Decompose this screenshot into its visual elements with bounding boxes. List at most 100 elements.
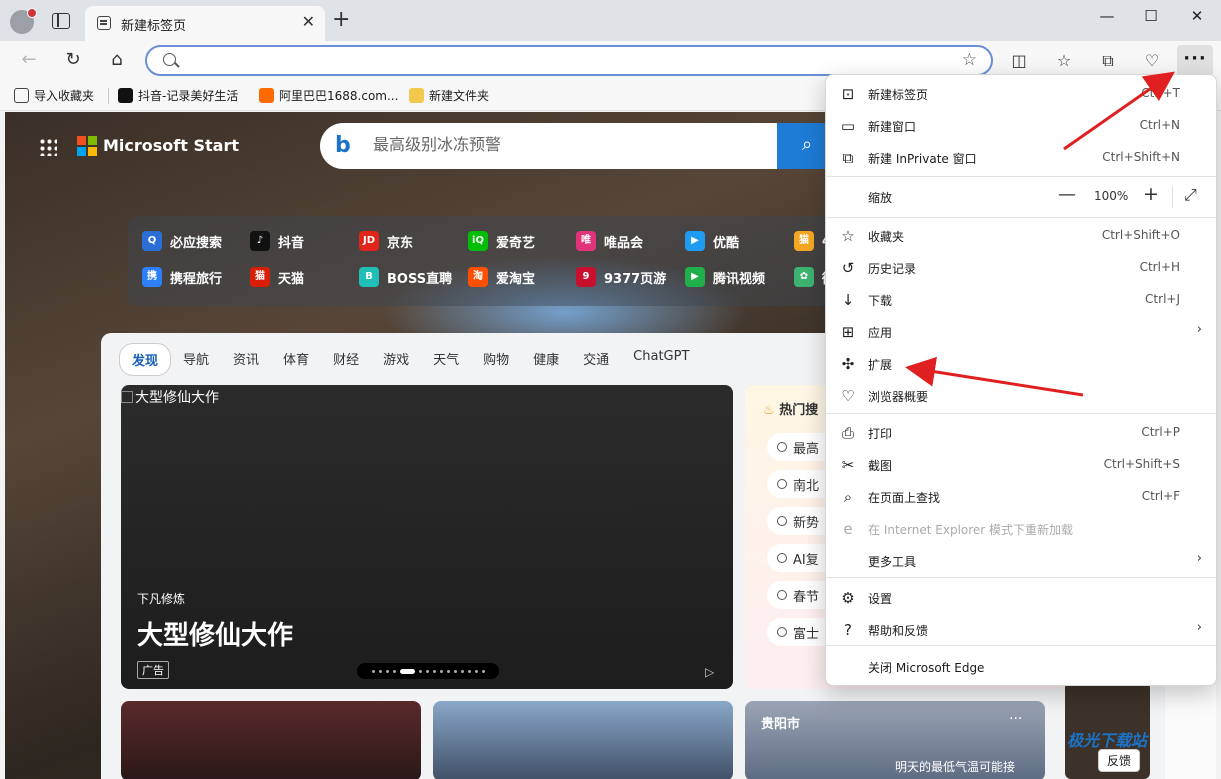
hero-card[interactable]: 大型修仙大作 下凡修炼 大型修仙大作 广告 ▷ [121, 385, 733, 689]
menu-item[interactable]: ☆ 收藏夹 Ctrl+Shift+O [826, 220, 1216, 252]
carousel-dots[interactable] [357, 663, 499, 679]
quick-link-label: 唯品会 [604, 235, 644, 251]
play-icon[interactable]: ▷ [705, 665, 714, 679]
category-tab[interactable]: 游戏 [371, 343, 421, 376]
collections-icon[interactable]: ⧉ [1096, 50, 1120, 72]
category-tab[interactable]: 交通 [571, 343, 621, 376]
fullscreen-icon[interactable]: ⤢ [1184, 185, 1197, 205]
quick-link[interactable]: 猫天猫 [250, 267, 304, 287]
new-tab-favicon-icon [97, 16, 111, 30]
carousel-dot[interactable] [439, 669, 443, 673]
menu-item[interactable]: e 在 Internet Explorer 模式下重新加载 [826, 513, 1216, 545]
bookmark-douyin[interactable]: 抖音-记录美好生活 [118, 87, 238, 104]
category-tab[interactable]: 天气 [421, 343, 471, 376]
address-bar[interactable]: ☆ [145, 45, 993, 76]
favorite-star-icon[interactable]: ☆ [962, 50, 977, 70]
bookmark-1688[interactable]: 阿里巴巴1688.com... [259, 87, 398, 104]
zoom-out-button[interactable]: — [1058, 184, 1076, 205]
carousel-dot[interactable] [481, 669, 485, 673]
menu-item[interactable]: ⊞ 应用 › [826, 316, 1216, 348]
app-launcher-icon[interactable] [39, 138, 57, 156]
quick-link[interactable]: Q 必应搜索 [142, 231, 222, 251]
menu-item[interactable]: ⧉ 新建 InPrivate 窗口 Ctrl+Shift+N [826, 142, 1216, 174]
carousel-dot[interactable] [378, 669, 382, 673]
news-card[interactable] [433, 701, 733, 779]
carousel-dot[interactable] [425, 669, 429, 673]
carousel-dot[interactable] [467, 669, 471, 673]
close-window-button[interactable]: ✕ [1174, 4, 1220, 30]
menu-item[interactable]: ⚙ 设置 [826, 582, 1216, 614]
weather-more-icon[interactable]: ··· [1009, 711, 1022, 727]
quick-link[interactable]: 淘爱淘宝 [468, 267, 535, 287]
carousel-dot[interactable] [446, 669, 450, 673]
quick-link[interactable]: 携携程旅行 [142, 267, 222, 287]
bing-search-input[interactable] [373, 136, 773, 156]
carousel-dot[interactable] [385, 669, 389, 673]
carousel-dot[interactable] [418, 669, 422, 673]
menu-item-icon: ▭ [840, 117, 856, 135]
menu-item[interactable]: ↺ 历史记录 Ctrl+H [826, 252, 1216, 284]
quick-link[interactable]: B BOSS直聘 [359, 267, 452, 287]
category-tab[interactable]: 购物 [471, 343, 521, 376]
category-tab[interactable]: 健康 [521, 343, 571, 376]
quick-link[interactable]: JD 京东 [359, 231, 413, 251]
tab-new-tab[interactable]: 新建标签页 ✕ [85, 6, 325, 41]
category-tab[interactable]: 财经 [321, 343, 371, 376]
quick-link[interactable]: 9 9377页游 [576, 267, 666, 287]
menu-item[interactable]: 更多工具 › [826, 545, 1216, 577]
search-icon [777, 442, 787, 452]
tab-actions-icon[interactable] [52, 13, 70, 29]
quick-link[interactable]: 唯唯品会 [576, 231, 643, 251]
fire-icon: ♨ [763, 403, 775, 418]
weather-card[interactable]: 贵阳市 ··· 明天的最低气温可能接 [745, 701, 1045, 779]
quick-link[interactable]: ▶ 腾讯视频 [685, 267, 765, 287]
quick-link[interactable]: ♪ 抖音 [250, 231, 304, 251]
menu-item[interactable]: ⌕ 在页面上查找 Ctrl+F [826, 481, 1216, 513]
carousel-dot[interactable] [460, 669, 464, 673]
address-input[interactable] [183, 51, 943, 71]
carousel-dot[interactable] [474, 669, 478, 673]
minimize-button[interactable]: — [1084, 4, 1130, 30]
bookmark-folder[interactable]: 新建文件夹 [409, 87, 489, 104]
menu-item[interactable]: ↓ 下载 Ctrl+J [826, 284, 1216, 316]
zoom-value: 100% [1094, 189, 1129, 203]
menu-item-icon: ↺ [841, 259, 855, 277]
profile-avatar[interactable] [10, 8, 37, 34]
carousel-dot[interactable] [392, 669, 396, 673]
chevron-right-icon: › [1196, 551, 1202, 566]
feedback-button[interactable]: 反馈 [1098, 749, 1141, 772]
tab-close-button[interactable]: ✕ [302, 12, 315, 31]
category-tab[interactable]: 体育 [271, 343, 321, 376]
split-screen-icon[interactable]: ◫ [1007, 50, 1031, 72]
carousel-dot[interactable] [371, 669, 375, 673]
refresh-button[interactable]: ↻ [58, 47, 88, 75]
quick-link[interactable]: ▶ 优酷 [685, 231, 739, 251]
maximize-button[interactable]: ☐ [1128, 4, 1174, 30]
new-tab-button[interactable]: + [332, 8, 350, 32]
menu-item[interactable]: ? 帮助和反馈 › [826, 614, 1216, 646]
menu-item[interactable]: ⊡ 新建标签页 Ctrl+T [826, 78, 1216, 110]
menu-item[interactable]: ♡ 浏览器概要 [826, 380, 1216, 412]
bookmark-import[interactable]: 导入收藏夹 [14, 87, 94, 104]
menu-item[interactable]: ✣ 扩展 [826, 348, 1216, 380]
zoom-in-button[interactable]: + [1143, 183, 1159, 205]
news-card[interactable] [121, 701, 421, 779]
menu-item[interactable]: ⎙ 打印 Ctrl+P [826, 417, 1216, 449]
category-tab[interactable]: 导航 [171, 343, 221, 376]
favorites-icon[interactable]: ☆ [1052, 50, 1076, 72]
menu-item[interactable]: ▭ 新建窗口 Ctrl+N [826, 110, 1216, 142]
close-edge-menu-item[interactable]: 关闭 Microsoft Edge [826, 651, 1216, 683]
category-tab[interactable]: 发现 [119, 343, 172, 376]
browser-essentials-icon[interactable]: ♡ [1140, 50, 1164, 72]
carousel-dot[interactable] [453, 669, 457, 673]
home-button[interactable]: ⌂ [102, 47, 132, 75]
category-tab[interactable]: ChatGPT [621, 343, 701, 376]
carousel-dot[interactable] [432, 669, 436, 673]
bing-search-box[interactable]: b [320, 123, 840, 169]
category-tab[interactable]: 资讯 [221, 343, 271, 376]
carousel-dot[interactable] [399, 668, 415, 674]
settings-more-button[interactable]: ··· [1177, 45, 1213, 77]
menu-item[interactable]: ✂ 截图 Ctrl+Shift+S [826, 449, 1216, 481]
back-button[interactable]: ← [14, 47, 44, 75]
quick-link[interactable]: iQ 爱奇艺 [468, 231, 535, 251]
